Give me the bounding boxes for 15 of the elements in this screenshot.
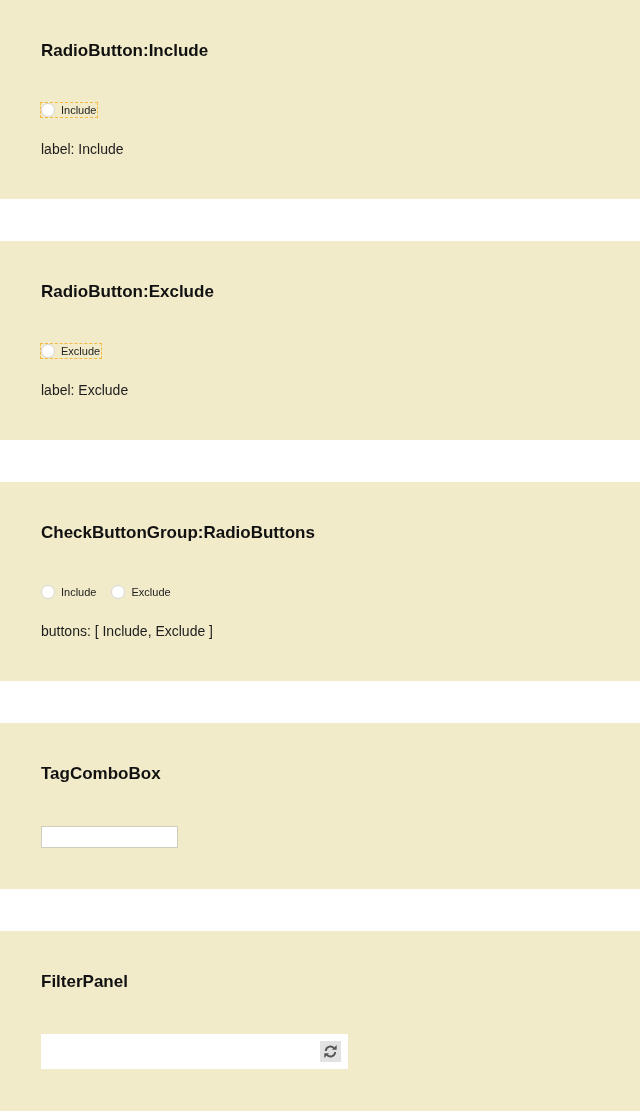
section-title: RadioButton:Exclude: [41, 281, 214, 303]
refresh-button[interactable]: [320, 1041, 341, 1062]
radio-button[interactable]: Exclude: [41, 344, 102, 358]
section-title: FilterPanel: [41, 971, 128, 993]
radio-button[interactable]: Include: [41, 585, 98, 599]
section-title: RadioButton:Include: [41, 40, 209, 62]
refresh-icon: [323, 1044, 338, 1059]
section-title: CheckButtonGroup:RadioButtons: [41, 522, 315, 544]
tag-combo-input[interactable]: [41, 826, 178, 848]
radio-button[interactable]: Include: [41, 103, 98, 117]
value-caption: buttons: [ Include, Exclude ]: [41, 622, 213, 640]
value-caption: label: Include: [41, 140, 124, 158]
value-caption: label: Exclude: [41, 381, 129, 399]
radio-button[interactable]: Exclude: [111, 585, 172, 599]
section-title: TagComboBox: [41, 763, 161, 785]
